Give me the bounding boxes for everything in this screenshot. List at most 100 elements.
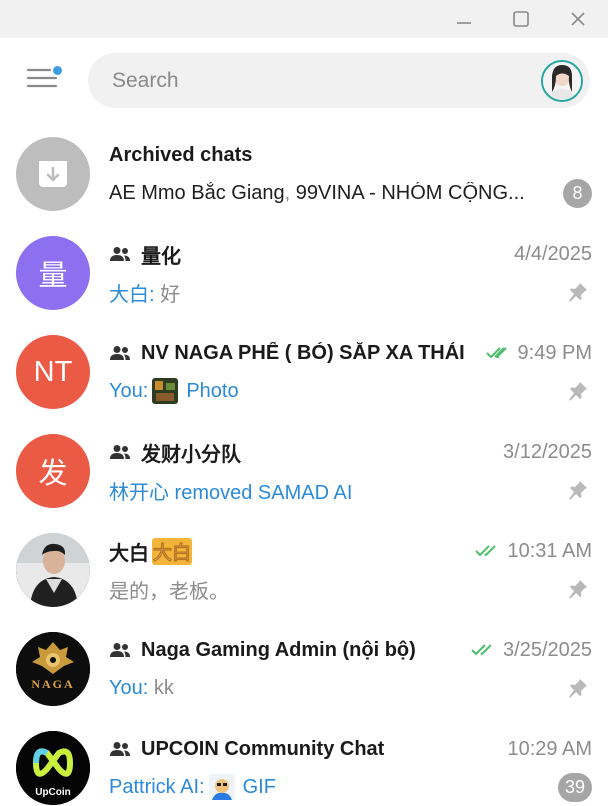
group-icon	[110, 346, 130, 360]
chat-time: 3/12/2025	[503, 440, 592, 463]
chat-preview: 大白: 好	[109, 278, 180, 307]
chat-list-header	[0, 38, 608, 126]
archived-chats-row[interactable]: Archived chats AE Mmo Bắc Giang, 99VINA …	[0, 126, 608, 225]
naga-logo-text: NAGA	[31, 677, 74, 691]
chat-title: 量化	[141, 245, 181, 268]
chat-avatar: 发	[16, 434, 90, 508]
chat-preview: You: kk	[109, 677, 174, 700]
gif-thumbnail-icon	[208, 774, 235, 800]
chat-line2: Pattrick AI: GIF 39	[109, 772, 592, 802]
chat-avatar: 量	[16, 236, 90, 310]
chat-line2: 林开心 removed SAMAD AI	[109, 475, 592, 505]
chat-title: UPCOIN Community Chat	[141, 737, 385, 760]
chat-line1: NV NAGA PHẾ ( BỎ) SẮP XA THẢI 9:49 PM	[109, 338, 592, 368]
chat-line1: 发财小分队 3/12/2025	[109, 437, 592, 467]
read-checkmarks-icon	[471, 644, 492, 656]
unread-badge: 8	[563, 178, 592, 208]
chat-time: 10:31 AM	[507, 539, 592, 562]
chat-row[interactable]: NAGA Naga Gaming Admin (nội bộ) 3/25/202…	[0, 621, 608, 720]
emoji-sticker: 大白	[152, 537, 193, 565]
archived-preview-rest: 99VINA - NHÓM CỘNG...	[295, 181, 525, 204]
message-text: kk	[148, 676, 174, 699]
chat-line1: UPCOIN Community Chat 10:29 AM	[109, 734, 592, 764]
notification-dot	[53, 66, 62, 75]
chat-avatar: UpCoin	[16, 731, 90, 805]
chat-time: 9:49 PM	[517, 341, 592, 364]
chat-avatar: NT	[16, 335, 90, 409]
group-icon	[110, 247, 130, 261]
chat-row[interactable]: 发 发财小分队 3/12/2025 林开心 removed SAMAD AI	[0, 423, 608, 522]
pin-icon	[569, 580, 587, 599]
read-checkmarks-icon	[485, 347, 507, 359]
avatar-initials: 发	[38, 458, 68, 490]
message-sender: You:	[109, 379, 149, 402]
chat-title: NV NAGA PHẾ ( BỎ) SẮP XA THẢI	[141, 341, 465, 364]
chat-time: 3/25/2025	[503, 638, 592, 661]
message-text: Photo	[186, 379, 239, 402]
pin-icon	[569, 679, 587, 698]
pin-icon	[569, 481, 587, 500]
group-icon	[110, 643, 130, 657]
archive-avatar	[16, 137, 90, 211]
avatar-initials: 量	[38, 260, 68, 292]
chat-row[interactable]: 量 量化 4/4/2025 大白: 好	[0, 225, 608, 324]
user-photo-icon	[16, 533, 90, 607]
chat-row[interactable]: 大白 大白 10:31 AM 是的，老板。	[0, 522, 608, 621]
upcoin-logo-text: UpCoin	[35, 787, 71, 798]
archived-chats-line1: Archived chats	[109, 140, 592, 170]
archived-chats-line2: AE Mmo Bắc Giang, 99VINA - NHÓM CỘNG... …	[109, 178, 592, 208]
unread-badge: 39	[557, 772, 592, 802]
chat-title: Naga Gaming Admin (nội bộ)	[141, 638, 416, 661]
chat-preview: 林开心 removed SAMAD AI	[109, 481, 353, 504]
close-button[interactable]	[550, 0, 606, 38]
chat-time: 4/4/2025	[514, 242, 592, 265]
chat-line1: Naga Gaming Admin (nội bộ) 3/25/2025	[109, 635, 592, 665]
chat-line1: 量化 4/4/2025	[109, 239, 592, 269]
chat-avatar	[16, 533, 90, 607]
maximize-button[interactable]	[493, 0, 549, 38]
message-text: 好	[154, 283, 181, 306]
archive-icon	[39, 161, 67, 187]
chat-preview: Pattrick AI: GIF	[109, 774, 276, 800]
chat-preview: 是的，老板。	[109, 580, 229, 603]
chat-title: Archived chats	[109, 143, 253, 166]
message-sender: 大白:	[109, 283, 155, 306]
chat-time: 10:29 AM	[507, 737, 592, 760]
chat-row[interactable]: NT NV NAGA PHẾ ( BỎ) SẮP XA THẢI 9:49 PM…	[0, 324, 608, 423]
search-box[interactable]	[88, 53, 590, 108]
chat-line1: 大白 大白 10:31 AM	[109, 536, 592, 566]
chat-line2: 是的，老板。	[109, 574, 592, 604]
read-checkmarks-icon	[475, 545, 497, 557]
minimize-icon	[457, 22, 471, 24]
chat-title: 大白	[109, 542, 149, 565]
group-icon	[110, 445, 130, 459]
title-bar	[0, 0, 608, 38]
chat-title: 发财小分队	[141, 443, 241, 466]
chat-preview: You: Photo	[109, 378, 239, 404]
user-photo-icon	[543, 62, 581, 100]
message-sender: Pattrick AI:	[109, 775, 205, 798]
chat-list: Archived chats AE Mmo Bắc Giang, 99VINA …	[0, 126, 608, 806]
chat-avatar: NAGA	[16, 632, 90, 706]
upcoin-logo-icon: UpCoin	[16, 731, 90, 805]
pin-icon	[569, 382, 587, 401]
pin-icon	[569, 283, 587, 302]
minimize-button[interactable]	[436, 0, 492, 38]
photo-thumbnail-icon	[152, 378, 179, 404]
chat-line2: You: Photo	[109, 376, 592, 406]
message-sender: You:	[109, 676, 149, 699]
naga-logo-icon: NAGA	[16, 632, 90, 706]
chat-line2: You: kk	[109, 673, 592, 703]
close-icon	[571, 12, 585, 26]
archived-preview-first: AE Mmo Bắc Giang	[109, 181, 285, 204]
chat-row[interactable]: UpCoin UPCOIN Community Chat 10:29 AM Pa…	[0, 720, 608, 806]
maximize-icon	[513, 11, 529, 27]
account-avatar[interactable]	[541, 60, 583, 102]
archived-preview: AE Mmo Bắc Giang, 99VINA - NHÓM CỘNG...	[109, 182, 525, 205]
search-input[interactable]	[112, 53, 512, 108]
main-menu-button[interactable]	[22, 62, 64, 98]
message-text: GIF	[242, 775, 276, 798]
archived-preview-separator: ,	[284, 181, 296, 204]
chat-line2: 大白: 好	[109, 277, 592, 307]
avatar-initials: NT	[33, 355, 73, 388]
